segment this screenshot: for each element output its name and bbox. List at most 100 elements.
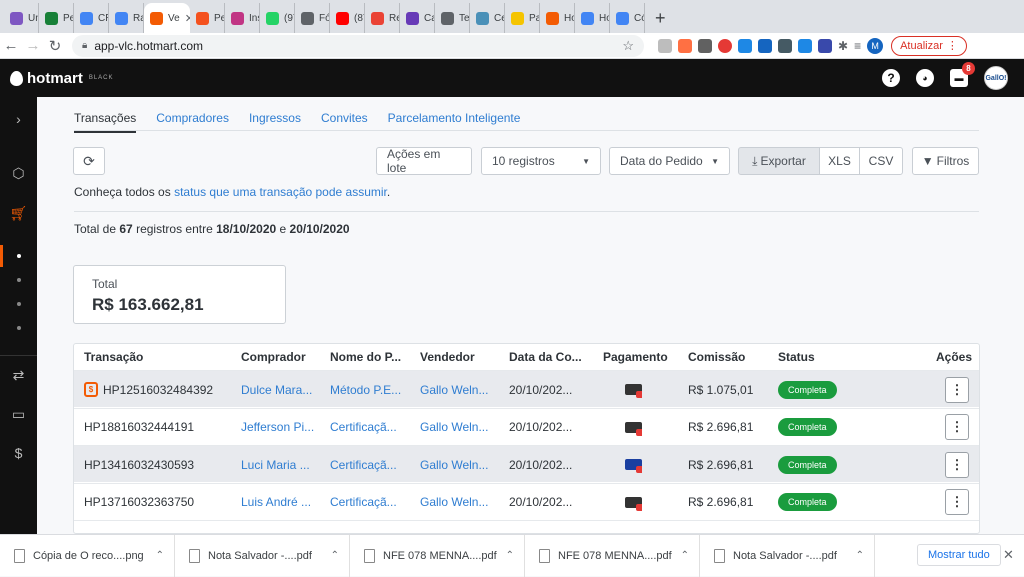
extension-icon[interactable] bbox=[698, 38, 712, 53]
status-info-link[interactable]: status que uma transação pode assumir bbox=[174, 185, 387, 199]
credit-card-icon bbox=[625, 496, 642, 511]
download-item[interactable]: NFE 078 MENNA....pdf ⌃ bbox=[525, 534, 700, 577]
seller-link[interactable]: Gallo Weln... bbox=[420, 484, 488, 521]
chevron-up-icon[interactable]: ⌃ bbox=[856, 550, 864, 561]
reload-icon[interactable]: ↻ bbox=[44, 37, 66, 55]
transaction-id[interactable]: HP13416032430593 bbox=[84, 458, 194, 472]
extension-icon[interactable] bbox=[678, 38, 692, 53]
product-link[interactable]: Certificaçã... bbox=[330, 409, 397, 446]
community-icon[interactable]: ◕ bbox=[916, 69, 934, 87]
seller-link[interactable]: Gallo Weln... bbox=[420, 371, 488, 408]
browser-tab[interactable]: Cada bbox=[400, 3, 435, 33]
download-icon: ⤓ bbox=[752, 153, 758, 168]
row-actions-button[interactable]: ⋮ bbox=[945, 414, 969, 440]
download-item[interactable]: Nota Salvador -....pdf ⌃ bbox=[700, 534, 875, 577]
row-actions-button[interactable]: ⋮ bbox=[945, 376, 969, 403]
browser-tab[interactable]: Ve ✕ bbox=[144, 3, 190, 33]
filters-button[interactable]: ▼ Filtros bbox=[912, 147, 979, 175]
xls-button[interactable]: XLS bbox=[819, 147, 860, 175]
cart-icon[interactable]: 🛒︎ bbox=[0, 205, 37, 222]
browser-tab[interactable]: Insta bbox=[225, 3, 260, 33]
transaction-id[interactable]: HP12516032484392 bbox=[103, 383, 213, 397]
box-icon[interactable]: ⬡ bbox=[0, 165, 37, 182]
browser-tab[interactable]: Cópia bbox=[610, 3, 645, 33]
notifications-icon[interactable]: ▬ 8 bbox=[950, 62, 975, 87]
extension-icon[interactable] bbox=[798, 38, 812, 53]
browser-tab-label: (97) \ bbox=[284, 12, 294, 24]
refresh-button[interactable]: ⟳ bbox=[73, 147, 105, 175]
download-item[interactable]: Cópia de O reco....png ⌃ bbox=[0, 534, 175, 577]
browser-tab[interactable]: (97) \ bbox=[260, 3, 295, 33]
forward-icon[interactable]: → bbox=[22, 37, 44, 54]
buyer-link[interactable]: Dulce Mara... bbox=[241, 371, 312, 408]
csv-button[interactable]: CSV bbox=[859, 147, 903, 175]
download-item[interactable]: Nota Salvador -....pdf ⌃ bbox=[175, 534, 350, 577]
hotmart-logo[interactable]: hotmart BLACK bbox=[10, 70, 114, 87]
date-type-select[interactable]: Data do Pedido ▼ bbox=[609, 147, 730, 175]
buyer-link[interactable]: Jefferson Pi... bbox=[241, 409, 314, 446]
seller-link[interactable]: Gallo Weln... bbox=[420, 409, 488, 446]
browser-tab[interactable]: CRIAT bbox=[74, 3, 109, 33]
buyer-link[interactable]: Luci Maria ... bbox=[241, 446, 310, 483]
browser-tab[interactable]: Pesq bbox=[190, 3, 225, 33]
chevron-up-icon[interactable]: ⌃ bbox=[331, 550, 339, 561]
product-link[interactable]: Certificaçã... bbox=[330, 446, 397, 483]
product-link[interactable]: Certificaçã... bbox=[330, 484, 397, 521]
submenu-dot[interactable] bbox=[17, 302, 21, 306]
product-link[interactable]: Método P.E... bbox=[330, 371, 401, 408]
back-icon[interactable]: ← bbox=[0, 37, 22, 54]
submenu-dot[interactable] bbox=[17, 278, 21, 282]
browser-tab[interactable]: Teleç bbox=[435, 3, 470, 33]
browser-tab[interactable]: Fórm bbox=[295, 3, 330, 33]
download-item[interactable]: NFE 078 MENNA....pdf ⌃ bbox=[350, 534, 525, 577]
main-content: Transações Compradores Ingressos Convite… bbox=[37, 97, 1024, 534]
chevron-up-icon[interactable]: ⌃ bbox=[681, 550, 689, 561]
browser-tab[interactable]: Untit bbox=[4, 3, 39, 33]
browser-tab[interactable]: (87) \ bbox=[330, 3, 365, 33]
extension-icon[interactable] bbox=[818, 38, 832, 53]
browser-tab[interactable]: Rasc bbox=[109, 3, 144, 33]
profile-avatar[interactable]: M bbox=[867, 37, 884, 54]
expand-sidebar-icon[interactable]: › bbox=[0, 111, 37, 127]
close-downloads-icon[interactable]: ✕ bbox=[1003, 547, 1014, 563]
extension-icon[interactable] bbox=[738, 38, 752, 53]
seller-link[interactable]: Gallo Weln... bbox=[420, 446, 488, 483]
submenu-dot-active[interactable] bbox=[17, 254, 21, 258]
browser-tab[interactable]: Resol bbox=[365, 3, 400, 33]
sync-icon[interactable]: ⇄ bbox=[0, 367, 37, 384]
chevron-up-icon[interactable]: ⌃ bbox=[156, 550, 164, 561]
browser-tab-label: Home bbox=[599, 12, 609, 24]
transaction-id[interactable]: HP18816032444191 bbox=[84, 420, 194, 434]
extension-icon[interactable] bbox=[658, 38, 672, 53]
extension-icon[interactable] bbox=[758, 38, 772, 53]
update-button[interactable]: Atualizar ⋮ bbox=[891, 35, 967, 56]
browser-tab[interactable]: Cent bbox=[470, 3, 505, 33]
bookmark-star-icon[interactable]: ☆ bbox=[622, 38, 634, 54]
browser-tab[interactable]: Pesq bbox=[39, 3, 74, 33]
puzzle-icon[interactable]: ✱ bbox=[838, 39, 848, 53]
browser-tab[interactable]: PagS bbox=[505, 3, 540, 33]
show-all-downloads-button[interactable]: Mostrar tudo bbox=[917, 544, 1001, 566]
export-button[interactable]: ⤓ Exportar bbox=[738, 147, 820, 175]
row-actions-button[interactable]: ⋮ bbox=[945, 451, 969, 478]
chat-icon[interactable]: ▭ bbox=[0, 406, 37, 423]
row-actions-button[interactable]: ⋮ bbox=[945, 489, 969, 515]
extension-icon[interactable] bbox=[778, 38, 792, 53]
credit-card-icon bbox=[625, 421, 642, 436]
browser-tab[interactable]: Home bbox=[575, 3, 610, 33]
extension-icon[interactable] bbox=[718, 38, 732, 53]
help-icon[interactable]: ? bbox=[882, 69, 900, 87]
status-badge: Completa bbox=[778, 455, 837, 474]
dollar-icon[interactable]: $ bbox=[0, 445, 37, 461]
batch-actions-button[interactable]: Ações em lote bbox=[376, 147, 472, 175]
chevron-up-icon[interactable]: ⌃ bbox=[506, 550, 514, 561]
address-bar[interactable]: 🔒︎ app-vlc.hotmart.com ☆ bbox=[72, 34, 644, 57]
buyer-link[interactable]: Luis André ... bbox=[241, 484, 311, 521]
browser-tab[interactable]: Hotm bbox=[540, 3, 575, 33]
reading-list-icon[interactable]: ≡ bbox=[854, 39, 861, 53]
records-per-page-select[interactable]: 10 registros ▼ bbox=[481, 147, 601, 175]
new-tab-button[interactable]: + bbox=[645, 3, 676, 33]
submenu-dot[interactable] bbox=[17, 326, 21, 330]
user-avatar[interactable]: GallO! bbox=[984, 66, 1008, 90]
transaction-id[interactable]: HP13716032363750 bbox=[84, 495, 194, 509]
